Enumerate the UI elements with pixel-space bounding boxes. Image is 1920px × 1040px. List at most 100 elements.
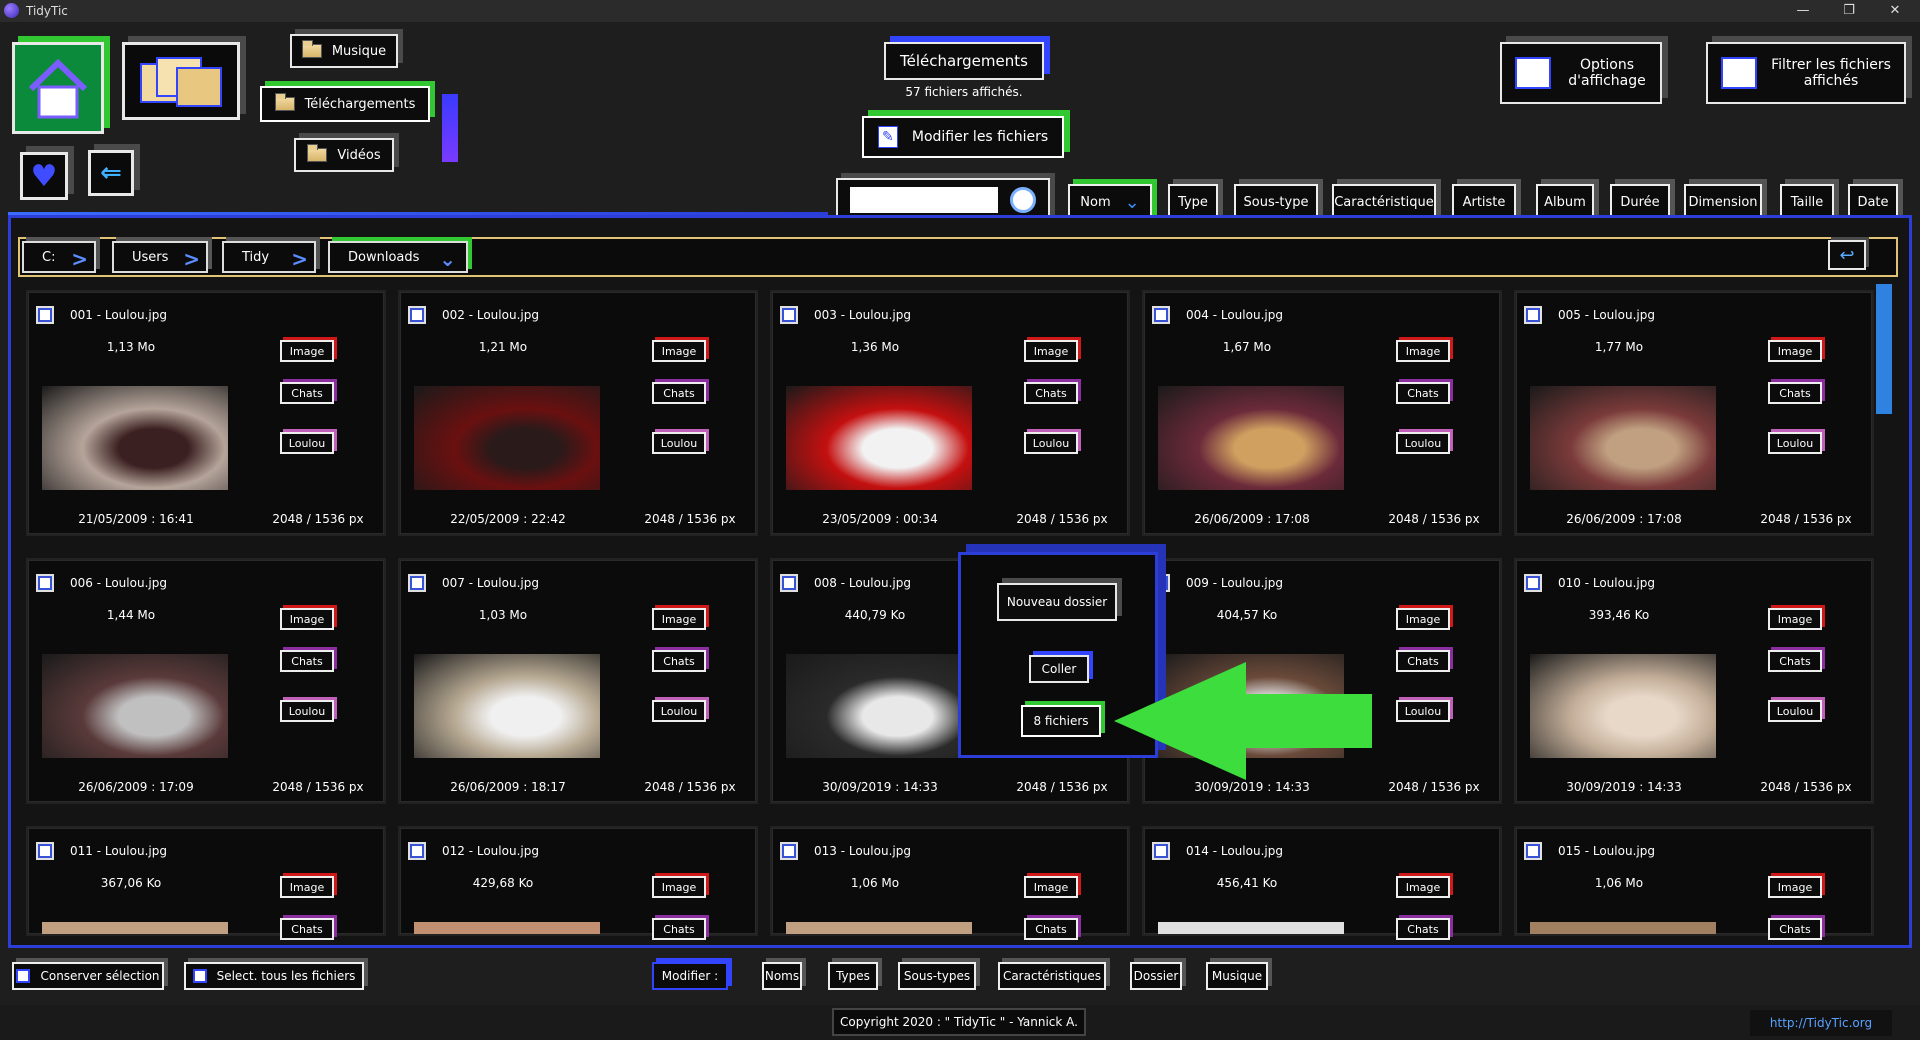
tag-chats[interactable]: Chats <box>652 918 706 940</box>
nav-music-button[interactable]: Musique <box>290 34 398 68</box>
file-card[interactable]: 002 - Loulou.jpg 1,21 Mo 22/05/2009 : 22:4… <box>398 290 758 536</box>
modify-subtypes-button[interactable]: Sous-types <box>898 962 976 990</box>
tag-loulou[interactable]: Loulou <box>1768 432 1822 454</box>
modify-characteristics-button[interactable]: Caractéristiques <box>998 962 1106 990</box>
file-thumbnail[interactable] <box>42 654 228 758</box>
search-icon[interactable] <box>1010 187 1036 213</box>
file-card[interactable]: 010 - Loulou.jpg 393,46 Ko 30/09/2019 : 14… <box>1514 558 1874 804</box>
tag-loulou[interactable]: Loulou <box>280 700 334 722</box>
tag-chats[interactable]: Chats <box>1396 650 1450 672</box>
tag-chats[interactable]: Chats <box>1396 918 1450 940</box>
file-select-checkbox[interactable] <box>1524 842 1542 860</box>
file-thumbnail[interactable] <box>414 922 600 934</box>
file-select-checkbox[interactable] <box>1152 306 1170 324</box>
modify-files-button[interactable]: ✎ Modifier les fichiers <box>862 116 1064 158</box>
file-card[interactable]: 004 - Loulou.jpg 1,67 Mo 26/06/2009 : 17:0… <box>1142 290 1502 536</box>
file-thumbnail[interactable] <box>1530 386 1716 490</box>
file-thumbnail[interactable] <box>786 922 972 934</box>
file-card[interactable]: 001 - Loulou.jpg 1,13 Mo 21/05/2009 : 16:4… <box>26 290 386 536</box>
undo-path-button[interactable]: ↩ <box>1828 240 1866 270</box>
scrollbar-thumb[interactable] <box>1876 284 1892 414</box>
file-thumbnail[interactable] <box>42 922 228 934</box>
file-select-checkbox[interactable] <box>36 574 54 592</box>
minimize-button[interactable]: — <box>1780 0 1826 22</box>
filter-files-button[interactable]: Filtrer les fichiers affichés <box>1706 42 1906 104</box>
tag-chats[interactable]: Chats <box>1768 918 1822 940</box>
tag-image[interactable]: Image <box>1024 340 1078 362</box>
tag-image[interactable]: Image <box>652 608 706 630</box>
file-thumbnail[interactable] <box>1158 922 1344 934</box>
file-select-checkbox[interactable] <box>36 842 54 860</box>
tag-loulou[interactable]: Loulou <box>280 432 334 454</box>
tag-image[interactable]: Image <box>1024 876 1078 898</box>
search-input[interactable] <box>850 187 998 213</box>
tag-chats[interactable]: Chats <box>652 382 706 404</box>
modify-types-button[interactable]: Types <box>828 962 878 990</box>
file-card[interactable]: 007 - Loulou.jpg 1,03 Mo 26/06/2009 : 18:1… <box>398 558 758 804</box>
select-all-button[interactable]: Select. tous les fichiers <box>184 962 364 990</box>
file-select-checkbox[interactable] <box>780 842 798 860</box>
tag-loulou[interactable]: Loulou <box>1768 700 1822 722</box>
tag-loulou[interactable]: Loulou <box>1396 432 1450 454</box>
tag-chats[interactable]: Chats <box>1768 650 1822 672</box>
file-card[interactable]: 005 - Loulou.jpg 1,77 Mo 26/06/2009 : 17:0… <box>1514 290 1874 536</box>
file-select-checkbox[interactable] <box>780 574 798 592</box>
tag-chats[interactable]: Chats <box>280 382 334 404</box>
file-thumbnail[interactable] <box>786 654 972 758</box>
file-card[interactable]: 012 - Loulou.jpg 429,68 Ko Image Chats <box>398 826 758 940</box>
tag-chats[interactable]: Chats <box>1024 382 1078 404</box>
modify-names-button[interactable]: Noms <box>762 962 802 990</box>
close-button[interactable]: ✕ <box>1872 0 1918 22</box>
tag-image[interactable]: Image <box>1768 876 1822 898</box>
tag-image[interactable]: Image <box>1396 340 1450 362</box>
file-select-checkbox[interactable] <box>408 306 426 324</box>
tag-image[interactable]: Image <box>280 340 334 362</box>
tag-chats[interactable]: Chats <box>1396 382 1450 404</box>
file-card[interactable]: 006 - Loulou.jpg 1,44 Mo 26/06/2009 : 17:0… <box>26 558 386 804</box>
breadcrumb-users[interactable]: Users > <box>112 241 208 273</box>
file-thumbnail[interactable] <box>786 386 972 490</box>
files-count-button[interactable]: 8 fichiers <box>1021 705 1101 737</box>
breadcrumb-tidy[interactable]: Tidy > <box>222 241 316 273</box>
explorer-button[interactable] <box>122 42 240 120</box>
file-card[interactable]: 015 - Loulou.jpg 1,06 Mo Image Chats <box>1514 826 1874 940</box>
file-card[interactable]: 013 - Loulou.jpg 1,06 Mo Image Chats <box>770 826 1130 940</box>
file-select-checkbox[interactable] <box>1152 842 1170 860</box>
modify-music-button[interactable]: Musique <box>1206 962 1268 990</box>
tag-image[interactable]: Image <box>280 876 334 898</box>
tag-chats[interactable]: Chats <box>1768 382 1822 404</box>
home-button[interactable] <box>12 42 104 134</box>
file-card[interactable]: 011 - Loulou.jpg 367,06 Ko Image Chats <box>26 826 386 940</box>
tag-image[interactable]: Image <box>1396 876 1450 898</box>
tag-loulou[interactable]: Loulou <box>1024 432 1078 454</box>
tag-chats[interactable]: Chats <box>1024 918 1078 940</box>
tag-image[interactable]: Image <box>1768 340 1822 362</box>
breadcrumb-downloads[interactable]: Downloads ⌄ <box>328 241 468 273</box>
file-select-checkbox[interactable] <box>780 306 798 324</box>
current-folder-button[interactable]: Téléchargements <box>884 42 1044 80</box>
tag-loulou[interactable]: Loulou <box>652 432 706 454</box>
file-select-checkbox[interactable] <box>1524 574 1542 592</box>
tag-chats[interactable]: Chats <box>652 650 706 672</box>
file-select-checkbox[interactable] <box>408 574 426 592</box>
tag-image[interactable]: Image <box>1396 608 1450 630</box>
tag-image[interactable]: Image <box>280 608 334 630</box>
back-button[interactable]: ⇐ <box>88 150 134 196</box>
tag-image[interactable]: Image <box>1768 608 1822 630</box>
file-card[interactable]: 014 - Loulou.jpg 456,41 Ko Image Chats <box>1142 826 1502 940</box>
tag-loulou[interactable]: Loulou <box>652 700 706 722</box>
keep-selection-button[interactable]: Conserver sélection <box>12 962 164 990</box>
display-options-button[interactable]: Options d'affichage <box>1500 42 1662 104</box>
tag-chats[interactable]: Chats <box>280 918 334 940</box>
website-link[interactable]: http://TidyTic.org <box>1750 1010 1892 1036</box>
restore-button[interactable]: ❐ <box>1826 0 1872 22</box>
file-select-checkbox[interactable] <box>408 842 426 860</box>
file-card[interactable]: 003 - Loulou.jpg 1,36 Mo 23/05/2009 : 00:3… <box>770 290 1130 536</box>
file-select-checkbox[interactable] <box>36 306 54 324</box>
file-select-checkbox[interactable] <box>1524 306 1542 324</box>
nav-downloads-button[interactable]: Téléchargements <box>260 86 430 122</box>
tag-image[interactable]: Image <box>652 340 706 362</box>
file-thumbnail[interactable] <box>42 386 228 490</box>
favorites-button[interactable]: ♥ <box>20 152 68 200</box>
file-thumbnail[interactable] <box>1530 922 1716 934</box>
